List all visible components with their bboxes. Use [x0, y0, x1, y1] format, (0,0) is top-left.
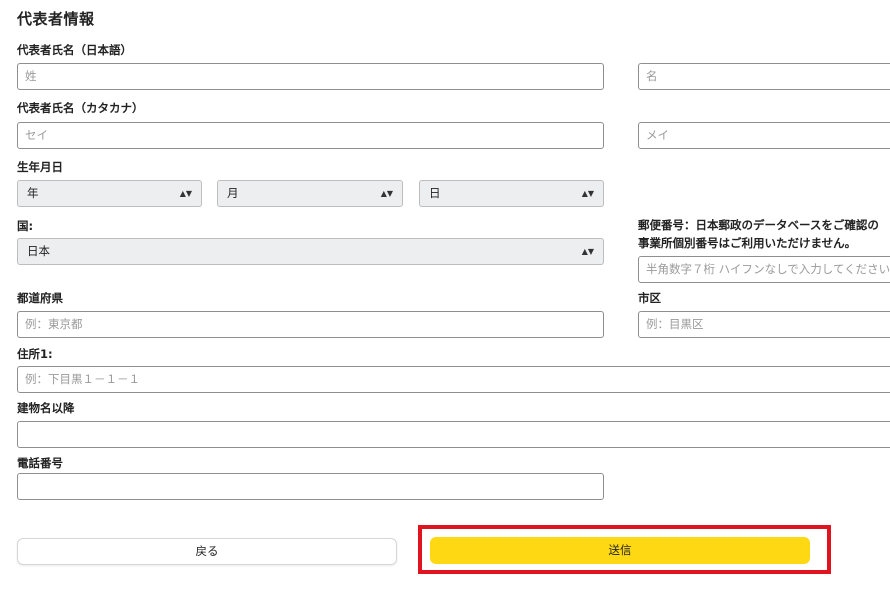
back-button[interactable]: 戻る	[17, 538, 397, 565]
birth-year-select[interactable]: 年 ▲▼	[17, 180, 202, 207]
send-button[interactable]: 送信	[430, 537, 810, 564]
sort-arrows-icon: ▲▼	[179, 189, 192, 198]
phone-input[interactable]	[17, 473, 604, 500]
birth-year-value: 年	[27, 186, 39, 200]
birthdate-label: 生年月日	[17, 160, 63, 174]
last-name-kana-input[interactable]: セイ	[17, 122, 604, 149]
name-kanji-label: 代表者氏名（日本語）	[17, 43, 132, 57]
prefecture-label: 都道府県	[17, 291, 63, 305]
building-label: 建物名以降	[17, 401, 75, 415]
sort-arrows-icon: ▲▼	[581, 189, 594, 198]
postal-code-label: 郵便番号：日本郵政のデータベースをご確認の 事業所個別番号はご利用いただけません…	[638, 216, 879, 252]
address1-label: 住所1:	[17, 347, 53, 361]
sort-arrows-icon: ▲▼	[581, 247, 594, 256]
birth-month-select[interactable]: 月 ▲▼	[217, 180, 403, 207]
city-input[interactable]: 例：目黒区	[638, 311, 890, 338]
country-label: 国:	[17, 219, 34, 233]
name-kana-label: 代表者氏名（カタカナ）	[17, 101, 144, 115]
postal-code-label-line2: 事業所個別番号はご利用いただけません。	[638, 236, 857, 250]
country-select[interactable]: 日本 ▲▼	[17, 238, 604, 265]
birth-day-select[interactable]: 日 ▲▼	[419, 180, 604, 207]
last-name-kanji-input[interactable]: 姓	[17, 63, 604, 90]
postal-code-input[interactable]: 半角数字７桁 ハイフンなしで入力してください	[638, 256, 890, 283]
city-label: 市区	[638, 291, 661, 305]
first-name-kanji-input[interactable]: 名	[638, 63, 890, 90]
address1-input[interactable]: 例：下目黒１－１－１	[17, 366, 890, 393]
birth-day-value: 日	[429, 186, 441, 200]
representative-info-form: 代表者情報 代表者氏名（日本語） 姓 名 代表者氏名（カタカナ） セイ メイ 生…	[0, 0, 890, 589]
prefecture-input[interactable]: 例：東京都	[17, 311, 604, 338]
phone-label: 電話番号	[17, 456, 63, 470]
first-name-kana-input[interactable]: メイ	[638, 122, 890, 149]
building-input[interactable]	[17, 421, 890, 448]
section-title: 代表者情報	[17, 10, 95, 28]
birth-month-value: 月	[227, 186, 239, 200]
country-value: 日本	[27, 244, 50, 258]
postal-code-label-line1: 郵便番号：日本郵政のデータベースをご確認の	[638, 218, 879, 232]
sort-arrows-icon: ▲▼	[380, 189, 393, 198]
